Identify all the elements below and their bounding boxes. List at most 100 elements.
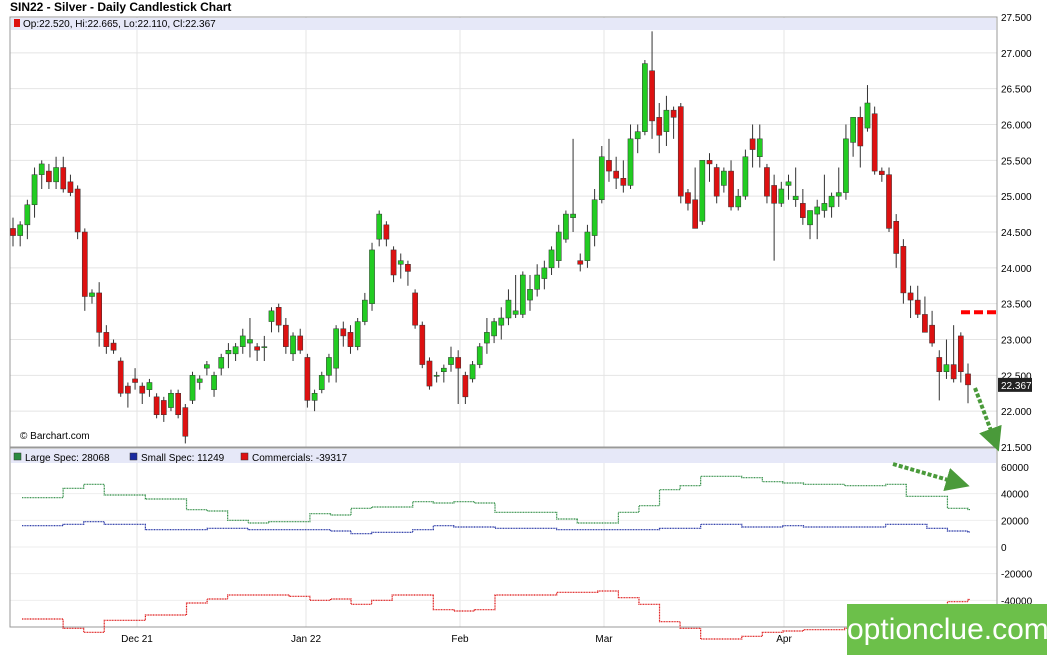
barchart-credit: © Barchart.com [20, 431, 90, 442]
candle-body [318, 375, 325, 390]
candle-body [929, 324, 935, 344]
candle-body [584, 231, 591, 261]
candle-body [455, 357, 462, 369]
candle-body [440, 367, 447, 372]
candle-body [943, 364, 950, 373]
candle-body [333, 328, 339, 369]
candle-body [613, 170, 619, 179]
price-tick-label: 24.000 [1001, 264, 1032, 275]
candle-body [957, 335, 964, 372]
candle-body [38, 163, 45, 175]
candle-body [160, 400, 167, 415]
x-tick-label: Jan 22 [291, 634, 321, 645]
candle-body [857, 117, 864, 147]
candle-body [311, 393, 318, 401]
candle-body [24, 204, 31, 226]
legend-swatch [13, 452, 22, 461]
price-tick-label: 26.000 [1001, 121, 1032, 132]
candle-body [670, 109, 677, 118]
candle-body [383, 224, 390, 240]
cot-tick-label: 0 [1001, 543, 1007, 554]
ohlc-label: Op:22.520, Hi:22.665, Lo:22.110, Cl:22.3… [23, 19, 216, 30]
cot-arrow [892, 462, 970, 492]
candle-body [512, 310, 519, 315]
x-tick-label: Dec 21 [121, 634, 153, 645]
x-tick-label: Apr [776, 634, 792, 645]
candle-body [60, 167, 67, 190]
cot-tick-label: 40000 [1001, 490, 1029, 501]
candle-body [713, 167, 720, 197]
candle-body [692, 199, 698, 229]
candle-body [778, 188, 785, 204]
candle-body [699, 160, 706, 222]
x-tick-label: Mar [595, 634, 613, 645]
candle-body [232, 346, 239, 355]
legend-swatch [129, 452, 138, 461]
price-tick-label: 24.500 [1001, 228, 1032, 239]
price-down-arrow [973, 387, 1002, 452]
candle-body [182, 407, 189, 437]
candle-body [950, 364, 957, 380]
candle-body [541, 267, 548, 279]
legend-label: Small Spec: 11249 [141, 453, 225, 464]
candle-body [771, 185, 777, 204]
price-tick-label: 22.000 [1001, 407, 1032, 418]
candle-body [591, 199, 598, 236]
price-tick-label: 25.000 [1001, 192, 1032, 203]
candle-body [685, 192, 691, 204]
candle-body [31, 174, 38, 206]
candle-body [96, 292, 103, 333]
candle-body [17, 224, 24, 236]
candle-body [634, 131, 641, 140]
candle-body [110, 342, 117, 351]
candle-body [886, 174, 892, 229]
candle-body [828, 195, 835, 208]
candle-body [297, 335, 304, 351]
candle-body [620, 178, 627, 186]
candle-body [785, 181, 792, 186]
candle-body [821, 203, 828, 211]
candle-body [469, 364, 476, 380]
candle-body [81, 231, 88, 297]
candle-body [606, 160, 612, 172]
candle-body [965, 373, 971, 386]
candle-body [168, 393, 174, 408]
candle-body [53, 167, 59, 183]
candle-body [189, 375, 196, 401]
candle-body [871, 113, 878, 172]
candle-body [570, 213, 576, 218]
axes: 27.500 27.000 26.500 26.000 25.500 25.000 24.5… [9, 13, 1033, 645]
candle-body [878, 170, 885, 175]
candle-body [117, 360, 124, 394]
candle-body [419, 324, 426, 365]
candle-body [914, 299, 921, 315]
candle-body [706, 160, 713, 165]
candle-body [807, 210, 813, 226]
candle-body [548, 249, 555, 269]
candle-body [74, 188, 81, 233]
candle-body [792, 195, 799, 201]
candle-body [405, 264, 411, 272]
candle-body [577, 260, 584, 265]
candle-body [843, 138, 849, 193]
candle-body [835, 192, 842, 197]
candle-body [211, 375, 217, 390]
candle-body [642, 63, 648, 132]
candle-body [340, 328, 347, 337]
candle-body [534, 274, 541, 290]
candle-body [283, 324, 289, 347]
candle-body [153, 396, 160, 416]
candle-body [290, 335, 296, 355]
candle-body [527, 289, 533, 301]
candle-body [936, 357, 943, 372]
watermark-logo: optionclue.com [847, 604, 1047, 655]
price-tick-label: 25.500 [1001, 156, 1032, 167]
chart-svg: 27.500 27.000 26.500 26.000 25.500 25.000 24.5… [9, 13, 1033, 645]
candle-body [649, 70, 655, 122]
cot-lines [22, 475, 970, 640]
candle-body [555, 231, 562, 261]
candle-body [362, 299, 368, 322]
candle-body [677, 106, 684, 197]
candle-body [326, 357, 332, 376]
candle-body [663, 109, 670, 132]
